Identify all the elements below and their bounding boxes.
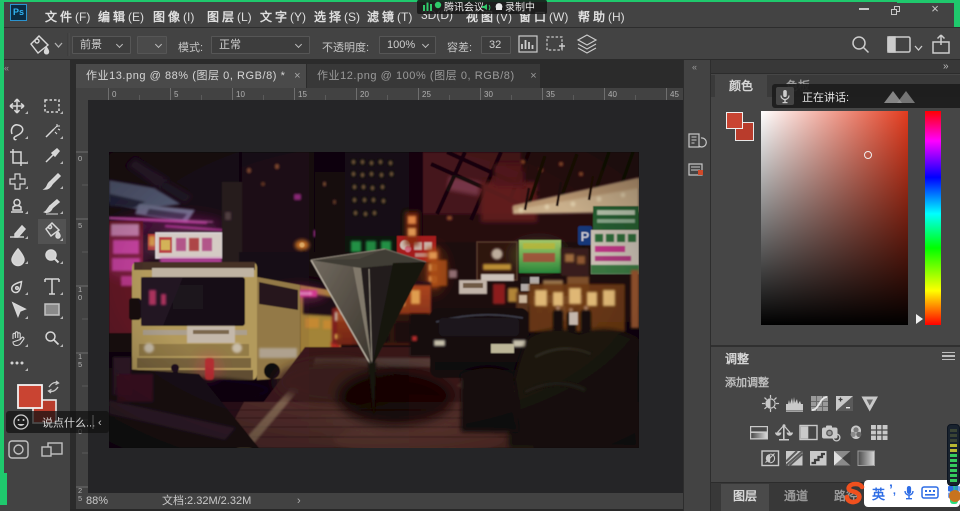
- svg-text:5: 5: [78, 494, 82, 503]
- svg-text:5: 5: [78, 360, 82, 369]
- svg-text:0: 0: [78, 293, 82, 302]
- svg-text:25: 25: [422, 90, 431, 99]
- svg-text:0: 0: [112, 90, 117, 99]
- svg-text:‹: ‹: [98, 417, 102, 429]
- svg-text:35: 35: [546, 90, 555, 99]
- svg-text:0: 0: [78, 154, 82, 163]
- svg-text:录制中: 录制中: [505, 1, 535, 14]
- svg-text:15: 15: [298, 90, 307, 99]
- svg-text:«: «: [692, 62, 697, 72]
- svg-text:40: 40: [608, 90, 617, 99]
- svg-text:10: 10: [236, 90, 245, 99]
- svg-text:5: 5: [78, 221, 82, 230]
- svg-text:5: 5: [174, 90, 179, 99]
- svg-text:30: 30: [484, 90, 493, 99]
- svg-text:腾讯会议: 腾讯会议: [444, 1, 484, 14]
- svg-text:说点什么...: 说点什么...: [42, 416, 95, 430]
- svg-text:45: 45: [670, 90, 679, 99]
- svg-text:20: 20: [360, 90, 369, 99]
- svg-text:«: «: [4, 63, 9, 73]
